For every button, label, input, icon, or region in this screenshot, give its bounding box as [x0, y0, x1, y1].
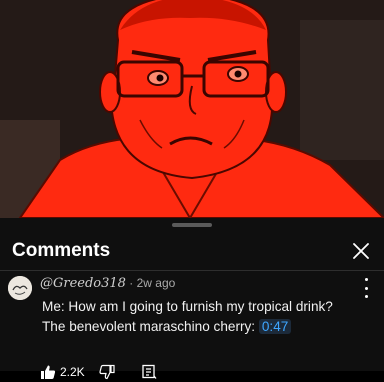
comment-author[interactable]: @Greedo318 [40, 276, 126, 291]
thumbs-down-icon [99, 364, 115, 380]
comments-title: Comments [12, 240, 111, 261]
comment-item: @Greedo318 · 2w ago Me: How am I going t… [0, 272, 384, 380]
comment-meta: @Greedo318 · 2w ago [40, 276, 175, 291]
dislike-button[interactable] [99, 364, 115, 380]
drag-handle[interactable] [172, 223, 212, 227]
close-icon[interactable] [348, 238, 374, 264]
comment-line-2: The benevolent maraschino cherry: [42, 319, 259, 334]
like-count: 2.2K [60, 365, 85, 379]
thumbs-up-icon [40, 364, 56, 380]
video-frame[interactable] [0, 0, 384, 218]
comment-text: Me: How am I going to furnish my tropica… [42, 297, 372, 337]
timestamp-link[interactable]: 0:47 [258, 319, 292, 334]
video-still [0, 0, 384, 218]
more-vert-icon[interactable] [358, 278, 374, 298]
reply-icon [141, 364, 157, 380]
like-button[interactable]: 2.2K [40, 364, 99, 380]
meta-separator: · [125, 276, 137, 290]
avatar[interactable] [8, 276, 32, 300]
reply-button[interactable] [141, 364, 157, 380]
comment-line-1: Me: How am I going to furnish my tropica… [42, 299, 333, 314]
comments-panel: Comments @Greedo318 · 2w ago Me: How am … [0, 218, 384, 380]
comment-age: 2w ago [136, 276, 176, 290]
comment-actions: 2.2K [40, 362, 157, 382]
comments-header: Comments [0, 232, 384, 270]
header-divider [0, 270, 384, 271]
